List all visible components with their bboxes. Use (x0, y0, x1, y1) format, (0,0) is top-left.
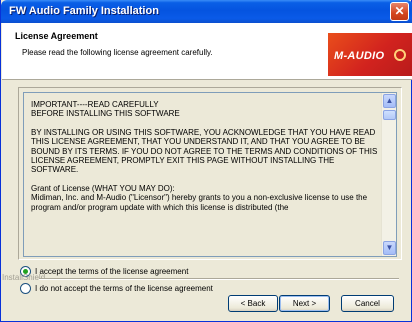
footer-divider (39, 278, 399, 280)
scroll-up-button[interactable]: ▲ (383, 94, 396, 108)
license-paragraph: Grant of License (WHAT YOU MAY DO): Midi… (31, 183, 368, 212)
arrow-down-icon: ▼ (385, 243, 394, 252)
accept-label[interactable]: I accept the terms of the license agreem… (35, 267, 188, 276)
installer-window: FW Audio Family Installation ✕ License A… (0, 0, 412, 322)
license-text-box[interactable]: IMPORTANT----READ CAREFULLY BEFORE INSTA… (23, 92, 397, 257)
license-text: IMPORTANT----READ CAREFULLY BEFORE INSTA… (31, 100, 381, 221)
license-panel: IMPORTANT----READ CAREFULLY BEFORE INSTA… (18, 87, 402, 260)
next-button[interactable]: Next > (279, 295, 330, 312)
cancel-button[interactable]: Cancel (341, 295, 394, 312)
decline-label[interactable]: I do not accept the terms of the license… (35, 284, 213, 293)
logo-text: M-AUDIO (334, 50, 385, 62)
decline-option[interactable]: I do not accept the terms of the license… (20, 282, 213, 294)
title-bar[interactable]: FW Audio Family Installation ✕ (1, 0, 412, 23)
license-paragraph: BY INSTALLING OR USING THIS SOFTWARE, YO… (31, 127, 378, 175)
page-title: License Agreement (15, 31, 98, 41)
arrow-up-icon: ▲ (385, 96, 394, 105)
window-title: FW Audio Family Installation (9, 5, 159, 17)
decline-radio[interactable] (20, 282, 31, 294)
vertical-scrollbar[interactable]: ▲ ▼ (381, 93, 396, 256)
license-paragraph: IMPORTANT----READ CAREFULLY BEFORE INSTA… (31, 100, 180, 119)
back-button[interactable]: < Back (228, 295, 278, 312)
close-icon: ✕ (394, 4, 405, 18)
scroll-thumb[interactable] (383, 110, 396, 120)
accept-option[interactable]: I accept the terms of the license agreem… (20, 265, 188, 277)
close-button[interactable]: ✕ (390, 2, 409, 21)
m-audio-logo: M-AUDIO (328, 33, 412, 76)
logo-ring-icon (394, 49, 406, 61)
scroll-down-button[interactable]: ▼ (383, 241, 396, 255)
page-subtitle: Please read the following license agreem… (22, 48, 213, 57)
wizard-header: License Agreement Please read the follow… (2, 23, 412, 80)
